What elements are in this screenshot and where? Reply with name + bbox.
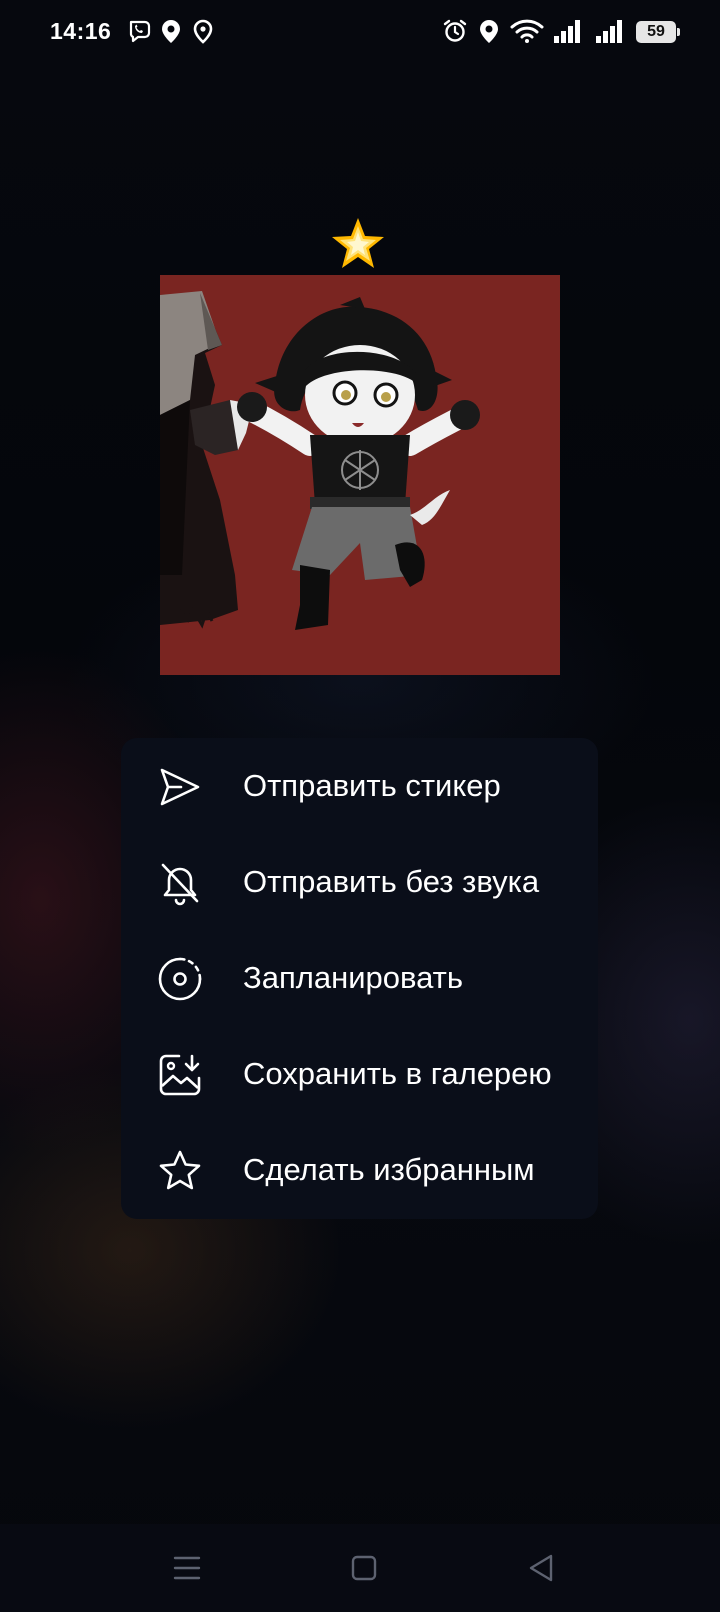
location-icon: [193, 19, 213, 44]
menu-item-label: Отправить стикер: [243, 768, 501, 803]
sticker-artwork: [160, 275, 560, 675]
menu-item-label: Сделать избранным: [243, 1152, 535, 1187]
menu-item-label: Сохранить в галерею: [243, 1056, 552, 1091]
menu-icon[interactable]: [167, 1548, 207, 1588]
sticker-context-menu: Отправить стикер Отправить без звука Зап…: [121, 738, 598, 1219]
signal-icon: [554, 20, 580, 43]
status-bar: 14:16 59: [0, 0, 720, 64]
status-time: 14:16: [50, 18, 112, 44]
bell-off-icon: [161, 863, 199, 906]
schedule-icon: [158, 957, 202, 1001]
location-icon: [162, 20, 180, 43]
menu-item-schedule[interactable]: Запланировать: [121, 930, 598, 1026]
back-icon[interactable]: [521, 1548, 561, 1588]
star-icon: [159, 1150, 201, 1190]
menu-item-send-sticker[interactable]: Отправить стикер: [121, 738, 598, 834]
alarm-icon: [443, 19, 467, 42]
send-icon: [160, 768, 200, 806]
navigation-bar: [0, 1524, 720, 1612]
location-icon: [480, 20, 498, 43]
menu-item-save-to-gallery[interactable]: Сохранить в галерею: [121, 1026, 598, 1122]
battery-level: 59: [647, 23, 665, 40]
menu-item-send-silent[interactable]: Отправить без звука: [121, 834, 598, 930]
viber-icon: [129, 20, 151, 43]
menu-item-label: Запланировать: [243, 960, 464, 995]
home-icon[interactable]: [344, 1548, 384, 1588]
save-to-gallery-icon: [159, 1054, 201, 1096]
signal-icon: [596, 20, 622, 43]
battery-icon: 59: [636, 21, 680, 43]
menu-item-add-to-favorites[interactable]: Сделать избранным: [121, 1122, 598, 1218]
star-emoji-icon: [332, 218, 384, 268]
sticker-preview[interactable]: [160, 275, 560, 675]
wifi-icon: [510, 19, 544, 43]
menu-item-label: Отправить без звука: [243, 864, 540, 899]
